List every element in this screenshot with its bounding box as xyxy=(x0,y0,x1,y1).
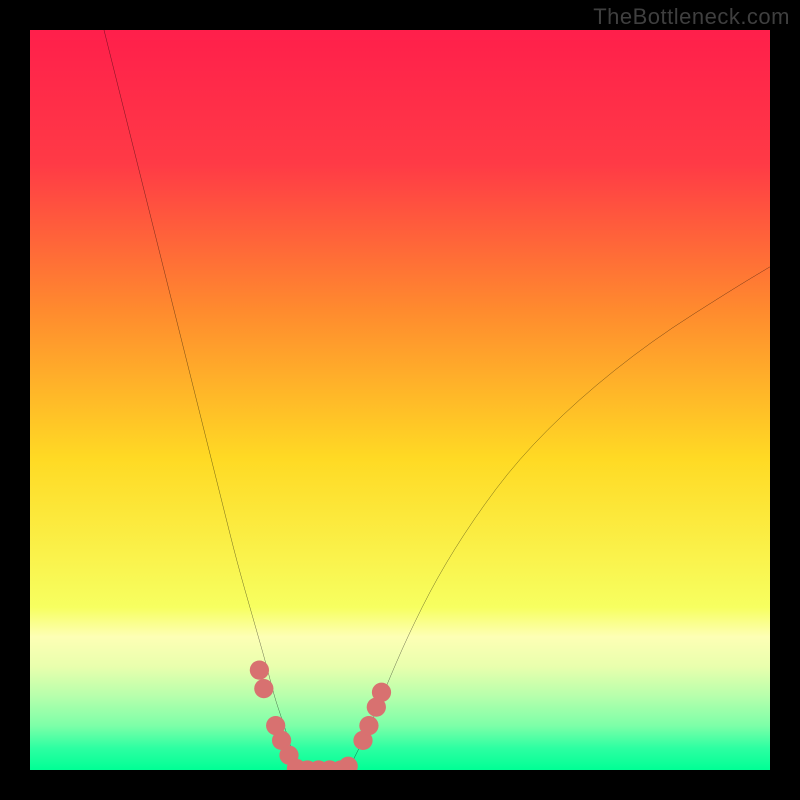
data-marker xyxy=(254,679,273,698)
series-right-curve xyxy=(348,267,770,770)
data-marker xyxy=(250,660,269,679)
watermark-text: TheBottleneck.com xyxy=(593,4,790,30)
data-marker xyxy=(339,757,358,770)
plot-area xyxy=(30,30,770,770)
data-marker xyxy=(372,683,391,702)
chart-frame: TheBottleneck.com xyxy=(0,0,800,800)
series-left-curve xyxy=(104,30,296,770)
data-marker xyxy=(359,716,378,735)
curve-overlay xyxy=(30,30,770,770)
